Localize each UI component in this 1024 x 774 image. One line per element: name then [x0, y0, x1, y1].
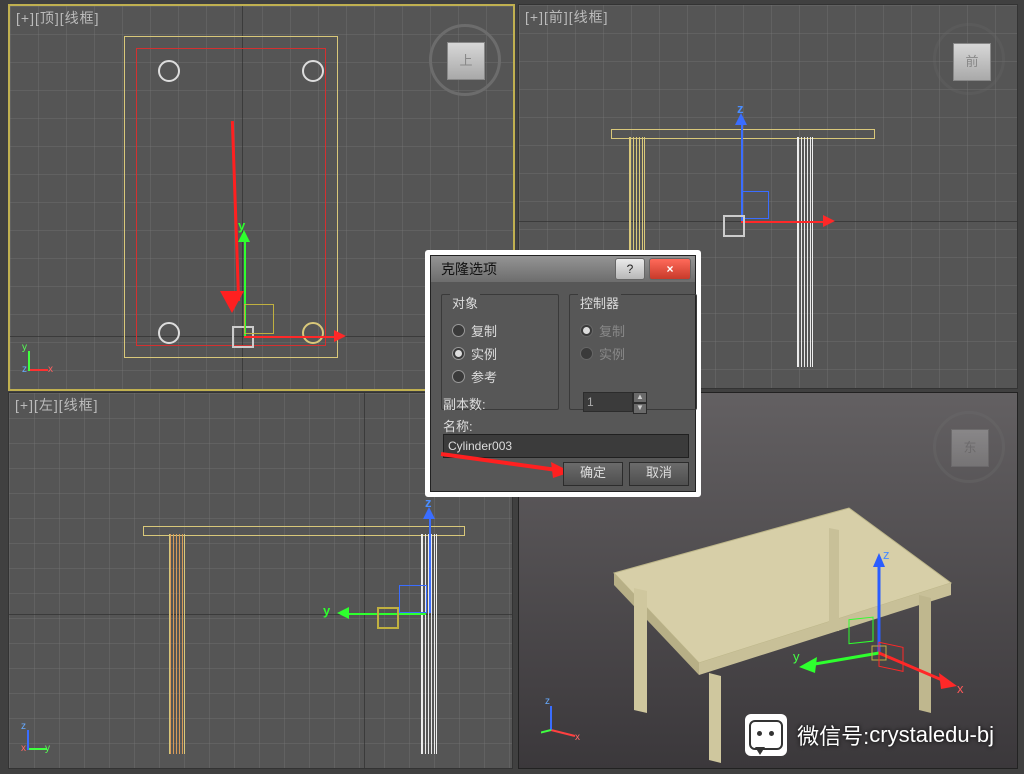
view-cube[interactable]: 东: [933, 411, 1005, 483]
svg-text:z: z: [545, 696, 550, 707]
watermark: 微信号: crystaledu-bj: [745, 714, 994, 756]
radio-ctl-instance: 实例: [580, 344, 686, 363]
tabletop-edge: [143, 526, 465, 536]
svg-text:x: x: [957, 681, 964, 696]
svg-text:z: z: [883, 547, 890, 562]
ok-button[interactable]: 确定: [563, 462, 623, 486]
svg-text:x: x: [575, 732, 580, 740]
viewport-label[interactable]: [+][顶][线框]: [16, 8, 100, 28]
table-leg: [169, 534, 185, 754]
viewport-label[interactable]: [+][前][线框]: [525, 7, 609, 27]
wechat-icon: [745, 714, 787, 756]
viewport-label[interactable]: [+][左][线框]: [15, 395, 99, 415]
table-leg: [797, 137, 813, 367]
dialog-titlebar[interactable]: 克隆选项 ? ×: [431, 256, 695, 282]
leg-circle: [158, 322, 180, 344]
clone-options-dialog: 克隆选项 ? × 对象 复制 实例 参考 控制器 复制 实例 副本数:: [425, 250, 701, 497]
corner-axes: z y x: [21, 722, 55, 756]
copies-label: 副本数:: [443, 394, 486, 413]
cancel-button[interactable]: 取消: [629, 462, 689, 486]
corner-axes: z x: [541, 694, 587, 740]
group-caption: 控制器: [578, 293, 621, 312]
leg-circle: [302, 60, 324, 82]
copies-spinner[interactable]: ▲▼: [583, 392, 647, 414]
radio-copy[interactable]: 复制: [452, 321, 548, 340]
copies-input[interactable]: [583, 392, 633, 412]
radio-reference[interactable]: 参考: [452, 367, 548, 386]
spinner-up[interactable]: ▲: [633, 392, 647, 403]
leg-circle: [158, 60, 180, 82]
view-cube[interactable]: 前: [933, 23, 1005, 95]
leg-circle-selected: [302, 322, 324, 344]
view-cube[interactable]: 上: [429, 24, 501, 96]
tabletop-edge: [611, 129, 875, 139]
svg-text:y: y: [793, 649, 800, 664]
name-label: 名称:: [443, 416, 473, 435]
close-button[interactable]: ×: [649, 258, 691, 280]
selection-cursor: [377, 607, 399, 629]
spinner-down[interactable]: ▼: [633, 403, 647, 414]
help-button[interactable]: ?: [615, 258, 645, 280]
group-caption: 对象: [450, 293, 480, 312]
radio-ctl-copy: 复制: [580, 321, 686, 340]
selection-cursor: [723, 215, 745, 237]
corner-axes: x y z: [22, 343, 56, 377]
dialog-title: 克隆选项: [441, 259, 497, 279]
object-group: 对象 复制 实例 参考: [441, 294, 559, 410]
radio-instance[interactable]: 实例: [452, 344, 548, 363]
move-gizmo[interactable]: z x y: [779, 543, 999, 713]
